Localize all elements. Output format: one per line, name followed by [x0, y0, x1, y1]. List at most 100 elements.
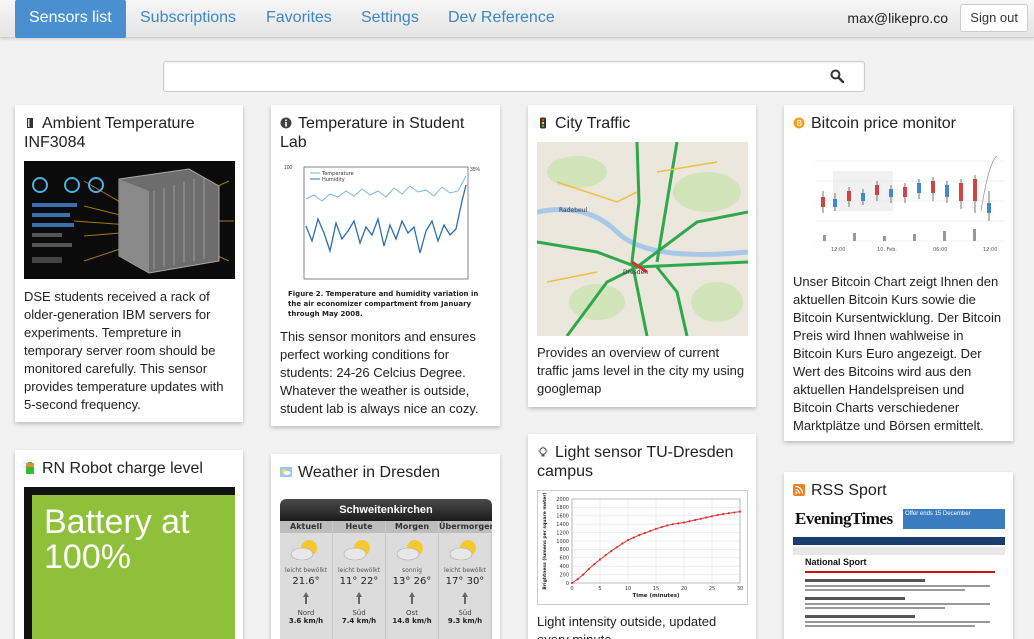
card-title[interactable]: RSS Sport — [793, 481, 1005, 500]
card-title[interactable]: Light sensor TU-Dresden campus — [537, 443, 748, 481]
search-icon[interactable] — [830, 69, 844, 83]
tab-favorites[interactable]: Favorites — [252, 0, 346, 38]
card-title[interactable]: B Bitcoin price monitor — [793, 114, 1005, 133]
data-point — [660, 526, 663, 529]
bitcoin-candlestick-chart: 12:00 10. Feb. 06:00 12:00 — [793, 151, 1005, 257]
tab-sensors-list[interactable]: Sensors list — [15, 0, 126, 38]
weather-days: Aktuell leicht bewölkt 21.6° Nord 3.6 km/h He… — [280, 521, 492, 639]
wind-direction: Süd — [458, 609, 472, 617]
weather-day-label: Übermorgen — [439, 521, 492, 533]
weather-temperature: 21.6° — [292, 576, 320, 587]
temperature-humidity-figure: Temperature Humidity 100 35% Figure 2. T… — [280, 161, 492, 319]
weather-day-column: Übermorgen leicht bewölkt 17° 30° Süd 9.3 km… — [439, 521, 492, 639]
data-point — [649, 529, 652, 533]
data-point — [716, 513, 719, 517]
partly-cloudy-icon — [290, 540, 317, 561]
data-point — [626, 539, 630, 542]
card-title[interactable]: RN Robot charge level — [24, 459, 235, 478]
data-point — [671, 523, 674, 526]
wind-speed: 7.4 km/h — [341, 617, 377, 625]
x-tick: 10. Feb. — [877, 247, 897, 253]
x-tick-label: 0 — [570, 586, 573, 592]
y-tick-label: 1800 — [556, 505, 569, 511]
tab-settings[interactable]: Settings — [347, 0, 433, 38]
masthead: EveningTimes — [795, 509, 893, 528]
y-tick-label: 2000 — [556, 497, 569, 503]
x-tick: 06:00 — [933, 247, 947, 253]
y-tick-label: 1600 — [556, 514, 569, 520]
sensor-card-city-traffic[interactable]: City Traffic Radebeul Dresden Provides a… — [528, 105, 756, 407]
data-point — [738, 510, 742, 513]
data-point — [733, 511, 736, 514]
x-tick-label: 20 — [681, 586, 687, 592]
x-axis-label: Time (minutes) — [632, 593, 680, 599]
tab-dev-reference[interactable]: Dev Reference — [434, 0, 569, 38]
weather-condition: leicht bewölkt — [444, 567, 486, 574]
data-point — [722, 513, 725, 516]
svg-text:B: B — [797, 119, 803, 128]
bitcoin-icon: B — [793, 117, 805, 129]
sensor-card-light-sensor[interactable]: Light sensor TU-Dresden campus 0 200 400 60… — [528, 434, 756, 639]
y-tick-label: 600 — [559, 556, 569, 562]
legend-humidity: Humidity — [322, 177, 345, 183]
tab-subscriptions[interactable]: Subscriptions — [126, 0, 250, 38]
lightbulb-icon — [538, 446, 548, 457]
card-title[interactable]: City Traffic — [537, 114, 748, 133]
x-tick: 12:00 — [831, 247, 845, 253]
weather-day-label: Morgen — [386, 521, 438, 533]
data-point — [727, 512, 730, 515]
rss-icon — [793, 484, 805, 496]
weather-day-column: Heute leicht bewölkt 11° 22° Süd 7.4 km/h — [333, 521, 386, 639]
data-point — [699, 517, 702, 520]
sensor-card-weather-dresden[interactable]: Weather in Dresden Schweitenkirchen Aktu… — [271, 454, 500, 639]
wind-direction: Süd — [352, 609, 366, 617]
card-description: This sensor monitors and ensures perfect… — [280, 329, 479, 416]
sensor-card-student-lab-temperature[interactable]: Temperature in Student Lab Temperature H… — [271, 105, 500, 426]
x-tick-label: 15 — [653, 586, 659, 592]
wind-direction: Nord — [297, 609, 315, 617]
data-point — [576, 578, 579, 581]
search-input[interactable] — [163, 61, 865, 92]
data-point — [643, 531, 646, 535]
data-point — [666, 524, 669, 527]
wind-speed: 9.3 km/h — [447, 617, 483, 625]
wind-speed: 3.6 km/h — [288, 617, 324, 625]
traffic-light-icon — [540, 117, 546, 129]
battery-icon — [26, 462, 34, 474]
partly-cloudy-icon — [396, 540, 423, 561]
y-tick-label: 0 — [566, 581, 569, 587]
user-email: max@likepro.co — [847, 10, 948, 26]
weather-day-label: Aktuell — [280, 521, 332, 533]
map-label-radebeul: Radebeul — [559, 207, 588, 214]
y-tick-label: 400 — [559, 564, 569, 570]
sign-out-button[interactable]: Sign out — [960, 4, 1028, 32]
x-tick-label: 30 — [737, 586, 743, 592]
data-point — [632, 536, 635, 539]
card-title[interactable]: Temperature in Student Lab — [280, 114, 492, 152]
data-point — [705, 516, 708, 519]
data-point — [710, 515, 714, 518]
card-title[interactable]: Ambient Temperature INF3084 — [24, 114, 235, 152]
weather-condition: sonnig — [402, 567, 422, 574]
card-description: Light intensity outside, updated every m… — [537, 614, 717, 639]
partly-cloudy-icon — [343, 540, 370, 561]
data-point — [688, 520, 691, 523]
weather-day-column: Aktuell leicht bewölkt 21.6° Nord 3.6 km/h — [280, 521, 333, 639]
wind-arrow-icon — [409, 592, 415, 604]
partly-cloudy-icon — [449, 540, 476, 561]
sensor-card-bitcoin[interactable]: B Bitcoin price monitor 12:00 10. Feb. 0… — [784, 105, 1013, 441]
y-tick-label: 800 — [559, 547, 569, 553]
data-point — [677, 522, 680, 525]
x-tick-label: 5 — [598, 586, 601, 592]
sensor-card-rss-sport[interactable]: RSS Sport EveningTimes Offer ends 15 Dec… — [784, 472, 1013, 639]
weather-condition: leicht bewölkt — [285, 567, 327, 574]
sensor-card-ambient-temperature[interactable]: Ambient Temperature INF3084 DSE students… — [15, 105, 243, 422]
offer-banner: Offer ends 15 December — [903, 509, 1005, 529]
weather-day-column: Morgen sonnig 13° 26° Ost 14.8 km/h — [386, 521, 439, 639]
y-tick-label: 1400 — [556, 522, 569, 528]
sensor-card-robot-charge[interactable]: RN Robot charge level Battery at 100% — [15, 450, 243, 639]
x-tick-label: 25 — [709, 586, 715, 592]
figure-caption: Figure 2. Temperature and humidity varia… — [288, 290, 479, 318]
map-label-dresden: Dresden — [623, 269, 648, 276]
card-title[interactable]: Weather in Dresden — [280, 463, 492, 482]
